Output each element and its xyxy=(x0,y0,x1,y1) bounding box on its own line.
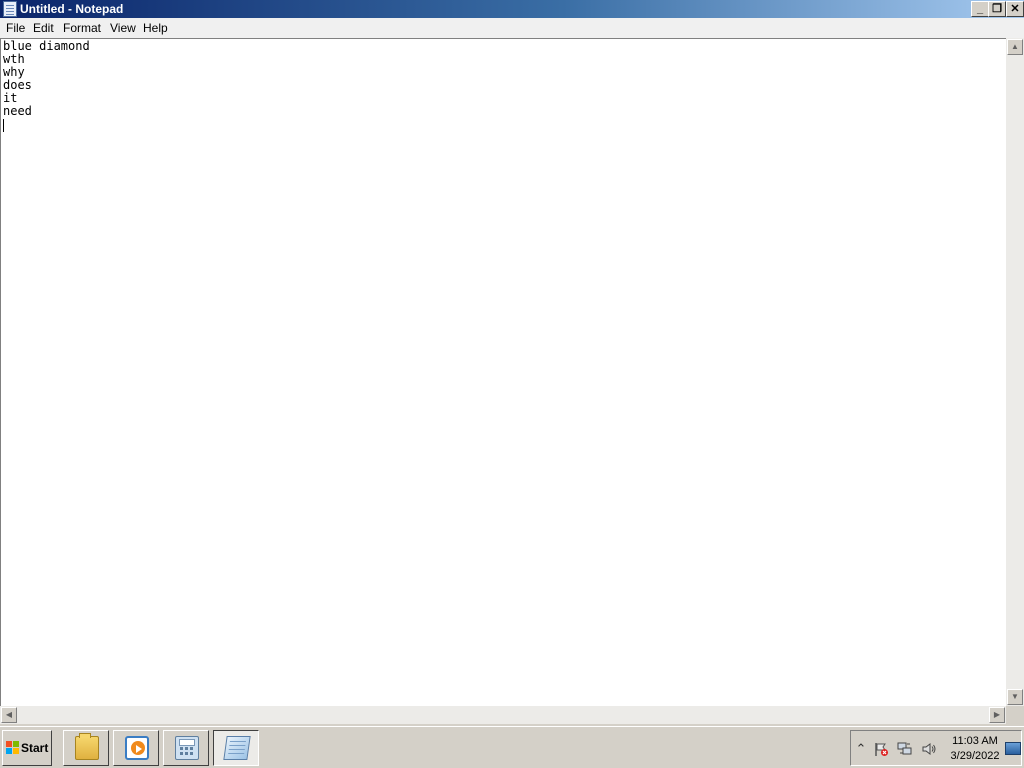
start-label: Start xyxy=(21,741,49,755)
network-icon[interactable] xyxy=(897,741,913,757)
notepad-app-icon[interactable] xyxy=(3,1,17,17)
menu-format[interactable]: Format xyxy=(63,21,101,35)
size-grip[interactable] xyxy=(1006,706,1024,724)
action-center-flag-icon[interactable] xyxy=(873,741,889,757)
clock-time[interactable]: 11:03 AM xyxy=(947,735,1003,748)
menu-bar: File Edit Format View Help xyxy=(0,18,1024,39)
taskbar-media-player-button[interactable] xyxy=(113,730,159,766)
scroll-right-button[interactable]: ▶ xyxy=(989,707,1005,723)
restore-button[interactable]: ❐ xyxy=(988,1,1006,17)
menu-view[interactable]: View xyxy=(110,21,136,35)
editor-content[interactable]: blue diamond wth why does it need xyxy=(3,40,90,118)
scroll-up-button[interactable]: ▲ xyxy=(1007,39,1023,55)
menu-help[interactable]: Help xyxy=(143,21,168,35)
text-caret xyxy=(3,119,4,132)
minimize-button[interactable]: _ xyxy=(971,1,989,17)
scroll-left-button[interactable]: ◀ xyxy=(1,707,17,723)
menu-edit[interactable]: Edit xyxy=(33,21,54,35)
calculator-icon xyxy=(175,736,199,760)
show-desktop-icon[interactable] xyxy=(1005,742,1021,755)
vertical-scrollbar[interactable]: ▲ ▼ xyxy=(1006,38,1024,706)
taskbar-notepad-button[interactable] xyxy=(213,730,259,766)
windows-logo-icon xyxy=(6,741,20,755)
text-editor[interactable]: blue diamond wth why does it need xyxy=(0,38,1006,706)
show-hidden-icons-button[interactable]: ⌃ xyxy=(853,741,869,757)
title-bar[interactable]: Untitled - Notepad _ ❐ ✕ xyxy=(0,0,1024,18)
taskbar-explorer-button[interactable] xyxy=(63,730,109,766)
start-button[interactable]: Start xyxy=(2,730,52,766)
menu-file[interactable]: File xyxy=(6,21,25,35)
notepad-icon xyxy=(223,736,251,760)
volume-icon[interactable] xyxy=(921,741,937,757)
media-player-icon xyxy=(125,736,149,760)
system-tray: ⌃ 11:03 AM 3/29/2022 xyxy=(850,730,1022,766)
clock-date[interactable]: 3/29/2022 xyxy=(947,750,1003,763)
close-button[interactable]: ✕ xyxy=(1006,1,1024,17)
taskbar: Start ⌃ 11:03 AM 3/29/2022 xyxy=(0,726,1024,768)
taskbar-calculator-button[interactable] xyxy=(163,730,209,766)
window-title: Untitled - Notepad xyxy=(20,2,124,16)
horizontal-scrollbar[interactable]: ◀ ▶ xyxy=(0,706,1006,724)
scroll-down-button[interactable]: ▼ xyxy=(1007,689,1023,705)
folder-icon xyxy=(75,733,99,760)
